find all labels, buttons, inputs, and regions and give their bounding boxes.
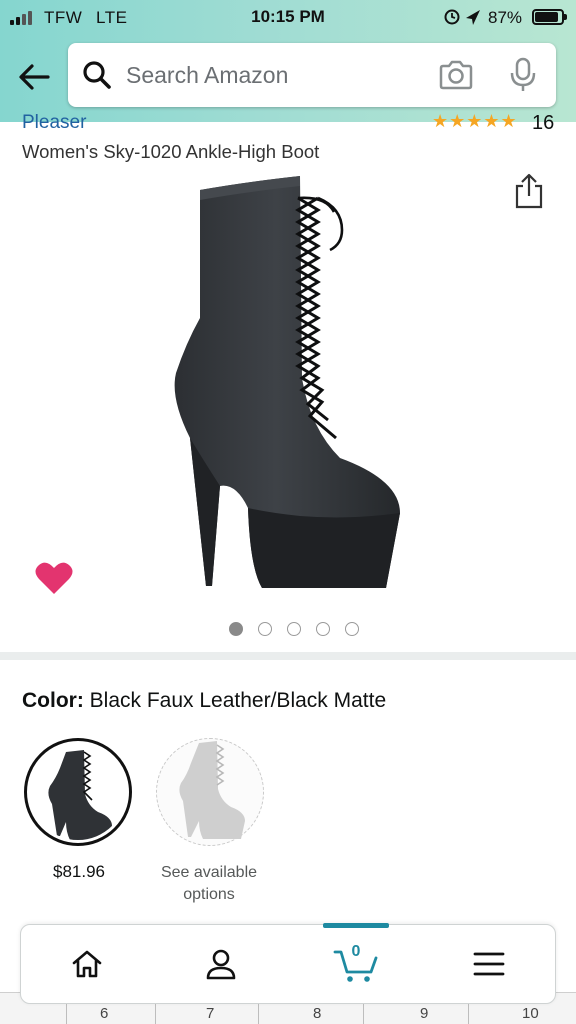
- camera-icon[interactable]: [438, 59, 474, 91]
- swatch-boot-faded-image: [179, 741, 245, 839]
- color-label: Color:: [22, 689, 84, 712]
- ruler-label: 9: [420, 1005, 429, 1022]
- swatch-price: $81.96: [53, 862, 105, 881]
- bottom-navigation: 0: [20, 923, 556, 1004]
- review-count[interactable]: 16: [532, 112, 554, 134]
- color-swatch-selected[interactable]: [24, 738, 132, 846]
- status-bar: TFW LTE 10:15 PM 87%: [0, 0, 576, 34]
- nav-menu-button[interactable]: [461, 939, 517, 989]
- pagination-dot[interactable]: [316, 622, 330, 636]
- location-icon: [444, 6, 484, 28]
- app-header: TFW LTE 10:15 PM 87%: [0, 0, 576, 122]
- color-selection-label: Color: Black Faux Leather/Black Matte: [22, 688, 386, 714]
- search-icon[interactable]: [82, 60, 112, 90]
- wishlist-heart-icon[interactable]: [34, 560, 74, 596]
- section-divider: [0, 652, 576, 660]
- rating-stars[interactable]: ★★★★★: [432, 112, 524, 132]
- product-title: Women's Sky-1020 Ankle-High Boot: [22, 141, 320, 162]
- pagination-dot[interactable]: [229, 622, 243, 636]
- search-bar[interactable]: [68, 43, 556, 107]
- back-button[interactable]: [14, 60, 54, 94]
- color-value: Black Faux Leather/Black Matte: [89, 689, 387, 712]
- battery-icon: [532, 9, 567, 25]
- ruler-label: 8: [313, 1005, 322, 1022]
- ruler-label: 6: [100, 1005, 109, 1022]
- microphone-icon[interactable]: [508, 57, 538, 93]
- account-icon: [206, 949, 236, 980]
- pagination-dot[interactable]: [345, 622, 359, 636]
- share-icon[interactable]: [512, 172, 546, 210]
- see-available-options-link[interactable]: See available options: [150, 862, 268, 906]
- swatch-boot-image: [48, 750, 112, 840]
- cart-count: 0: [351, 943, 361, 960]
- nav-cart-button[interactable]: 0: [328, 939, 384, 989]
- color-swatch-patent[interactable]: [156, 738, 264, 846]
- back-arrow-icon: [19, 64, 50, 90]
- product-page: TFW LTE 10:15 PM 87% Search Amazon Pleas…: [0, 0, 576, 1024]
- home-icon: [72, 950, 102, 978]
- image-pagination: [0, 622, 576, 638]
- menu-icon: [473, 952, 505, 976]
- cart-active-indicator: [323, 923, 389, 928]
- pagination-dot[interactable]: [287, 622, 301, 636]
- battery-percent: 87%: [488, 8, 523, 27]
- ruler-label: 10: [522, 1005, 539, 1022]
- search-input[interactable]: [126, 57, 446, 93]
- product-image[interactable]: [150, 168, 420, 608]
- pagination-dot[interactable]: [258, 622, 272, 636]
- nav-home-button[interactable]: [59, 939, 115, 989]
- brand-link[interactable]: Pleaser: [22, 112, 86, 134]
- nav-account-button[interactable]: [193, 939, 249, 989]
- ruler-label: 7: [206, 1005, 215, 1022]
